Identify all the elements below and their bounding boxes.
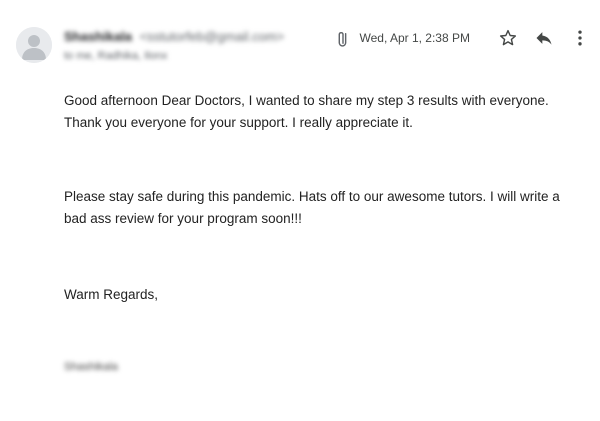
star-icon[interactable]: [496, 26, 520, 50]
sender-name[interactable]: Shashikala: [64, 29, 132, 44]
recipients-line[interactable]: to me, Radhika, Ilonx: [64, 49, 167, 63]
message-meta: Wed, Apr 1, 2:38 PM: [333, 26, 592, 50]
avatar[interactable]: [16, 27, 52, 63]
email-header: Shashikala <sstutorfeb@gmail.com> to me,…: [0, 0, 600, 80]
body-paragraph: Please stay safe during this pandemic. H…: [64, 189, 560, 226]
paperclip-icon: [333, 28, 353, 48]
message-date: Wed, Apr 1, 2:38 PM: [359, 31, 470, 45]
closing-line: Warm Regards,: [64, 287, 159, 302]
more-vertical-icon[interactable]: [568, 26, 592, 50]
body-paragraph: Good afternoon Dear Doctors, I wanted to…: [64, 93, 549, 130]
signature: Shashikala: [64, 361, 118, 373]
reply-icon[interactable]: [532, 26, 556, 50]
person-icon: [16, 27, 52, 63]
sender-email: <sstutorfeb@gmail.com>: [139, 29, 285, 44]
sender-line: Shashikala <sstutorfeb@gmail.com>: [64, 29, 284, 45]
